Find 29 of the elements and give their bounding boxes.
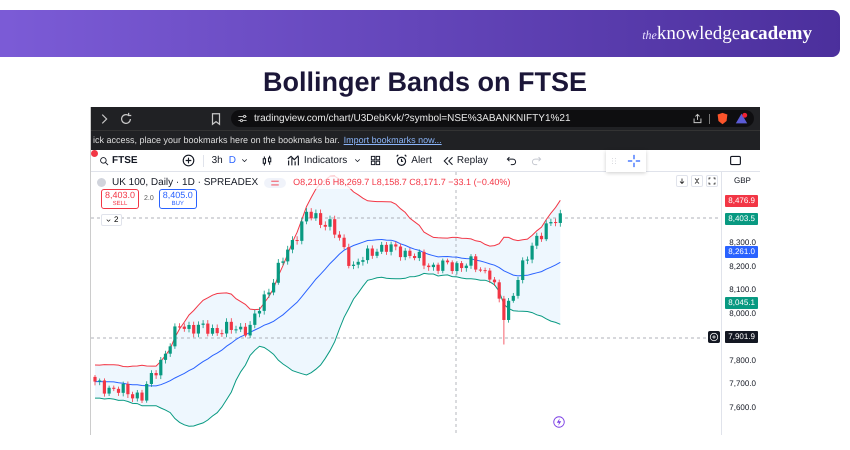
indicators-button[interactable]: Indicators — [286, 153, 348, 168]
symbol-search-button[interactable]: FTSE — [99, 153, 138, 168]
price-tag: 8,261.0 — [725, 246, 758, 258]
axis-label: 8,000.0 — [729, 310, 756, 318]
axis-label: 8,200.0 — [729, 262, 756, 271]
logo[interactable]: theknowledgeacademy — [642, 24, 812, 43]
collapse-indicators-button[interactable]: 2 — [101, 214, 122, 226]
chart-legend-title: UK 100, Daily · 1D · SPREADEX — [112, 176, 258, 190]
import-bookmarks-link[interactable]: Import bookmarks now... — [344, 134, 442, 148]
address-bar[interactable]: tradingview.com/chart/U3DebKvk/?symbol=NSE%3ABANKNIFTY1%21 — [231, 110, 754, 127]
ohlc-values: O8,210.6 H8,269.7 L8,158.7 C8,171.7 −33.1 (−0.40%) — [292, 176, 512, 190]
interval-button[interactable]: 3h — [212, 153, 223, 168]
price-tag: 8,476.9 — [725, 195, 758, 208]
replay-button[interactable]: Replay — [442, 153, 488, 168]
interval-button[interactable]: D — [228, 153, 236, 168]
axis-label: 7,700.0 — [729, 380, 756, 388]
price-tag: 8,403.5 — [725, 212, 758, 225]
price-tag: 7,901.9 — [725, 330, 758, 343]
axis-label: 8,300.0 — [729, 239, 756, 247]
axis-label: 8,100.0 — [729, 286, 756, 294]
price-tag: 8,045.1 — [725, 297, 758, 310]
url-text: tradingview.com/chart/U3DebKvk/?symbol=NSE%3ABANKNIFTY1%21 — [254, 112, 571, 126]
axis-label: 7,800.0 — [729, 356, 756, 365]
currency-selector[interactable]: GBP — [734, 175, 751, 187]
page-title: Bollinger Bands on FTSE — [262, 66, 587, 99]
axis-label: 7,600.0 — [729, 404, 756, 412]
bookmarks-hint: ick access, place your bookmarks here on the bookmarks bar. — [93, 134, 340, 147]
price-axis[interactable]: GBP 8,300.0 8,200.0 8,100.0 8,000.0 7,800.0 7,700.0 7,600.0 8,476.9 8,403.5 8,261.0 8,045.1 7,901.9 — [721, 172, 760, 435]
alert-button[interactable]: Alert — [395, 153, 432, 168]
